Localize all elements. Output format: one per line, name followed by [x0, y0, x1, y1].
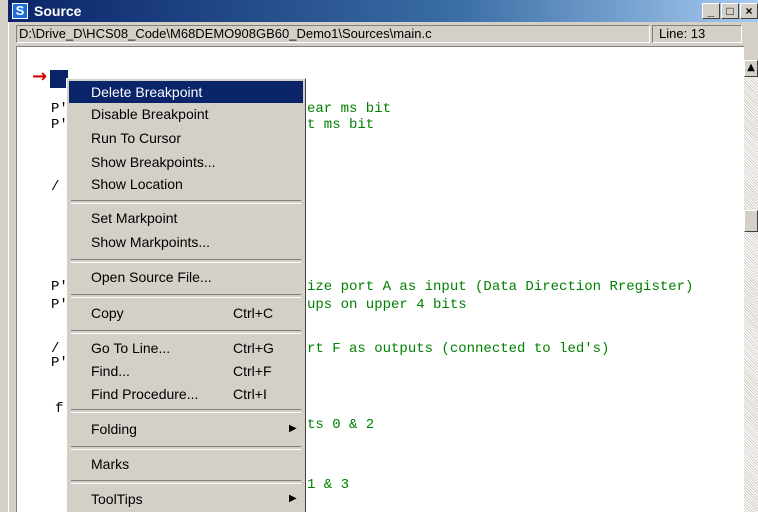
menu-item-show-breakpoints[interactable]: Show Breakpoints...	[69, 151, 303, 173]
menu-item-label: Show Breakpoints...	[91, 154, 216, 170]
code-comment[interactable]: t ms bit	[307, 117, 374, 133]
menu-separator	[71, 409, 301, 413]
menu-item-label: Find...	[91, 363, 130, 379]
menu-item-disable-breakpoint[interactable]: Disable Breakpoint	[69, 103, 303, 125]
code-comment[interactable]: rt F as outputs (connected to led's)	[307, 341, 609, 357]
desktop-strip	[0, 0, 8, 512]
menu-item-label: Delete Breakpoint	[91, 84, 203, 100]
menu-item-label: Copy	[91, 305, 124, 321]
title-bar[interactable]	[8, 0, 758, 22]
submenu-arrow-icon: ▶	[289, 493, 297, 504]
code-comment[interactable]: ear ms bit	[307, 101, 391, 117]
menu-item-label: Disable Breakpoint	[91, 106, 209, 122]
vertical-scrollbar[interactable]	[744, 60, 758, 512]
code-comment[interactable]: ize port A as input (Data Direction Rreg…	[307, 279, 693, 295]
menu-item-set-markpoint[interactable]: Set Markpoint	[69, 207, 303, 229]
menu-separator	[71, 330, 301, 334]
code-comment[interactable]: 1 & 3	[307, 477, 349, 493]
menu-item-open-source-file[interactable]: Open Source File...	[69, 266, 303, 288]
menu-separator	[71, 480, 301, 484]
minimize-button[interactable]: _	[702, 3, 720, 19]
menu-item-shortcut: Ctrl+G	[233, 340, 274, 356]
code-line[interactable]: /	[51, 179, 59, 195]
menu-item-label: Show Location	[91, 176, 183, 192]
menu-item-label: ToolTips	[91, 491, 143, 507]
menu-item-go-to-line[interactable]: Go To Line... Ctrl+G	[69, 337, 303, 359]
menu-item-marks[interactable]: Marks	[69, 453, 303, 475]
line-number-field: Line: 13	[652, 25, 742, 43]
menu-item-find[interactable]: Find... Ctrl+F	[69, 360, 303, 382]
menu-item-shortcut: Ctrl+F	[233, 363, 272, 379]
scroll-thumb[interactable]	[744, 210, 758, 232]
menu-item-label: Folding	[91, 421, 137, 437]
code-comment[interactable]: ups on upper 4 bits	[307, 297, 467, 313]
menu-item-label: Set Markpoint	[91, 210, 178, 226]
menu-separator	[71, 446, 301, 450]
menu-item-copy[interactable]: Copy Ctrl+C	[69, 302, 303, 324]
menu-item-delete-breakpoint[interactable]: Delete Breakpoint	[69, 81, 303, 103]
menu-item-label: Marks	[91, 456, 130, 472]
menu-item-label: Open Source File...	[91, 269, 212, 285]
code-comment[interactable]: ts 0 & 2	[307, 417, 374, 433]
menu-item-find-procedure[interactable]: Find Procedure... Ctrl+I	[69, 383, 303, 405]
maximize-button[interactable]: □	[721, 3, 739, 19]
breakpoint-arrow-icon[interactable]: →	[32, 68, 47, 86]
menu-item-tooltips[interactable]: ToolTips ▶	[69, 488, 303, 510]
menu-separator	[71, 200, 301, 204]
context-menu: Delete Breakpoint Disable Breakpoint Run…	[66, 78, 306, 512]
file-path-field: D:\Drive_D\HCS08_Code\M68DEMO908GB60_Dem…	[16, 25, 650, 43]
menu-item-label: Show Markpoints...	[91, 234, 211, 250]
menu-item-shortcut: Ctrl+C	[233, 305, 274, 321]
close-button[interactable]: ×	[740, 3, 758, 19]
window-title: Source	[34, 3, 82, 19]
menu-item-label: Find Procedure...	[91, 386, 199, 402]
submenu-arrow-icon: ▶	[289, 423, 297, 434]
source-app-icon[interactable]: S	[12, 3, 28, 19]
menu-item-label: Run To Cursor	[91, 130, 182, 146]
menu-item-run-to-cursor[interactable]: Run To Cursor	[69, 127, 303, 149]
menu-separator	[71, 294, 301, 298]
menu-item-shortcut: Ctrl+I	[233, 386, 267, 402]
menu-separator	[71, 259, 301, 263]
code-line[interactable]: f	[55, 401, 63, 417]
menu-item-show-location[interactable]: Show Location	[69, 173, 303, 195]
scroll-up-button[interactable]: ▲	[744, 60, 758, 77]
menu-item-folding[interactable]: Folding ▶	[69, 418, 303, 440]
menu-item-label: Go To Line...	[91, 340, 171, 356]
menu-item-show-markpoints[interactable]: Show Markpoints...	[69, 231, 303, 253]
